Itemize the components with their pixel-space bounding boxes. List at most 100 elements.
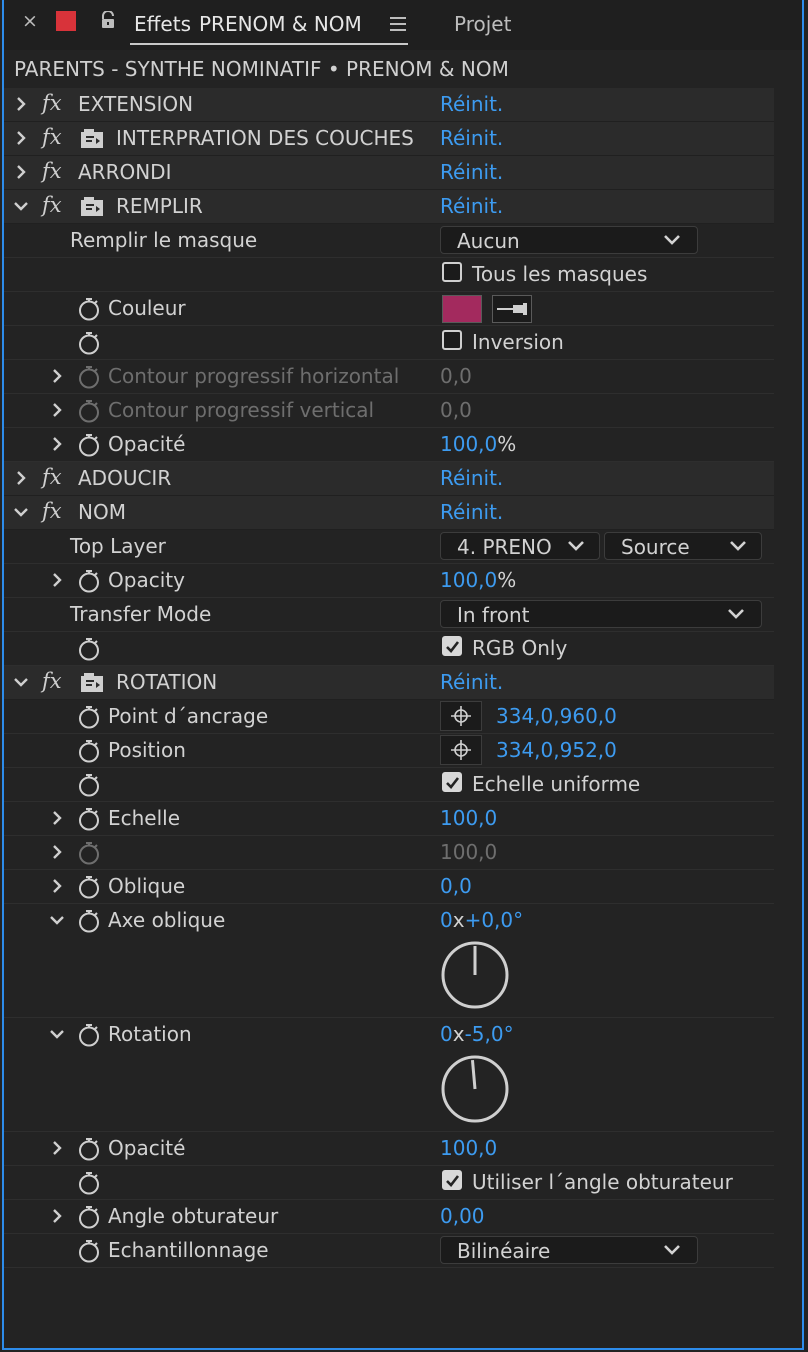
stopwatch-icon[interactable] [78,297,100,321]
stopwatch-icon[interactable] [78,909,100,933]
checkbox-label: RGB Only [472,636,568,660]
stopwatch-icon[interactable] [78,841,100,865]
position-target-button[interactable] [440,735,482,765]
stopwatch-icon[interactable] [78,1137,100,1161]
shutter-angle-value[interactable]: 0,00 [440,1204,485,1228]
chevron-right-icon[interactable] [14,165,28,179]
chevron-right-icon[interactable] [50,573,64,587]
chevron-right-icon[interactable] [50,845,64,859]
effect-interpretation[interactable]: fx INTERPRATION DES COUCHES Réinit. [4,122,774,156]
reset-link[interactable]: Réinit. [440,500,503,524]
chevron-down-icon[interactable] [50,1027,64,1041]
chevron-right-icon[interactable] [50,1141,64,1155]
chevron-right-icon[interactable] [50,437,64,451]
top-layer-dropdown[interactable]: 4. PRENO [440,532,600,560]
stopwatch-icon[interactable] [78,1239,100,1263]
fx-icon[interactable]: fx [42,669,62,693]
stopwatch-icon[interactable] [78,1205,100,1229]
chevron-down-icon[interactable] [50,913,64,927]
chevron-right-icon[interactable] [50,369,64,383]
stopwatch-icon[interactable] [78,807,100,831]
anchor-target-button[interactable] [440,701,482,731]
stopwatch-icon[interactable] [78,399,100,423]
fx-icon[interactable]: fx [42,159,62,183]
stopwatch-icon[interactable] [78,773,100,797]
stopwatch-icon[interactable] [78,637,100,661]
effect-extension[interactable]: fx EXTENSION Réinit. [4,88,774,122]
param-value[interactable]: 0,0 [440,398,472,422]
checkbox-label: Inversion [472,330,564,354]
reset-link[interactable]: Réinit. [440,194,503,218]
chevron-right-icon[interactable] [50,403,64,417]
stopwatch-icon[interactable] [78,1023,100,1047]
tab-project[interactable]: Projet [454,12,511,36]
stopwatch-icon[interactable] [78,365,100,389]
effect-arrondi[interactable]: fx ARRONDI Réinit. [4,156,774,190]
label-color-swatch[interactable] [56,11,76,31]
fx-icon[interactable]: fx [42,125,62,149]
chevron-down-icon[interactable] [14,505,28,519]
eyedropper-button[interactable] [492,295,532,323]
chevron-right-icon[interactable] [14,471,28,485]
sampling-dropdown[interactable]: Bilinéaire [440,1236,698,1264]
effect-name: ADOUCIR [78,466,172,490]
reset-link[interactable]: Réinit. [440,670,503,694]
unlock-icon[interactable] [100,11,116,29]
angle-dial[interactable] [440,940,510,1010]
param-value[interactable]: 0,0 [440,364,472,388]
fx-icon[interactable]: fx [42,465,62,489]
opacity-value[interactable]: 100,0 [440,432,497,456]
crosshair-icon [451,706,471,726]
top-layer-source-dropdown[interactable]: Source [604,532,762,560]
revolutions-value[interactable]: 0 [440,908,453,932]
stopwatch-icon[interactable] [78,1171,100,1195]
inversion-checkbox[interactable] [442,330,462,350]
angle-dial[interactable] [440,1054,510,1124]
panel-menu-icon[interactable] [390,17,406,31]
degrees-value[interactable]: -5,0° [465,1022,514,1046]
reset-link[interactable]: Réinit. [440,160,503,184]
chevron-right-icon[interactable] [50,1209,64,1223]
effect-adoucir[interactable]: fx ADOUCIR Réinit. [4,462,774,496]
rgb-only-checkbox[interactable] [442,636,462,656]
stopwatch-icon[interactable] [78,569,100,593]
checkbox-label: Echelle uniforme [472,772,641,796]
fx-icon[interactable]: fx [42,193,62,217]
anchor-value[interactable]: 334,0,960,0 [496,704,617,728]
effect-nom[interactable]: fx NOM Réinit. [4,496,774,530]
stopwatch-icon[interactable] [78,875,100,899]
chevron-right-icon[interactable] [14,97,28,111]
stopwatch-icon[interactable] [78,433,100,457]
scale-secondary-value[interactable]: 100,0 [440,840,497,864]
skew-value[interactable]: 0,0 [440,874,472,898]
fx-icon[interactable]: fx [42,91,62,115]
scale-value[interactable]: 100,0 [440,806,497,830]
close-tab-button[interactable]: × [22,10,38,32]
degrees-value[interactable]: +0,0° [465,908,524,932]
chevron-right-icon[interactable] [50,811,64,825]
effect-rotation[interactable]: fx ROTATION Réinit. [4,666,774,700]
opacity-value[interactable]: 100,0 [440,568,497,592]
reset-link[interactable]: Réinit. [440,92,503,116]
opacity-value[interactable]: 100,0 [440,1136,497,1160]
tab-effects[interactable]: Effets PRENOM & NOM [134,12,362,36]
position-value[interactable]: 334,0,952,0 [496,738,617,762]
stopwatch-icon[interactable] [78,331,100,355]
uniform-scale-checkbox[interactable] [442,772,462,792]
revolutions-value[interactable]: 0 [440,1022,453,1046]
use-shutter-checkbox[interactable] [442,1170,462,1190]
stopwatch-icon[interactable] [78,705,100,729]
reset-link[interactable]: Réinit. [440,126,503,150]
fx-icon[interactable]: fx [42,499,62,523]
chevron-down-icon[interactable] [14,199,28,213]
chevron-right-icon[interactable] [14,131,28,145]
transfer-mode-dropdown[interactable]: In front [440,600,762,628]
stopwatch-icon[interactable] [78,739,100,763]
chevron-right-icon[interactable] [50,879,64,893]
fill-mask-dropdown[interactable]: Aucun [440,226,698,254]
effect-remplir[interactable]: fx REMPLIR Réinit. [4,190,774,224]
all-masks-checkbox[interactable] [442,262,462,282]
color-swatch[interactable] [442,295,482,323]
reset-link[interactable]: Réinit. [440,466,503,490]
chevron-down-icon[interactable] [14,675,28,689]
